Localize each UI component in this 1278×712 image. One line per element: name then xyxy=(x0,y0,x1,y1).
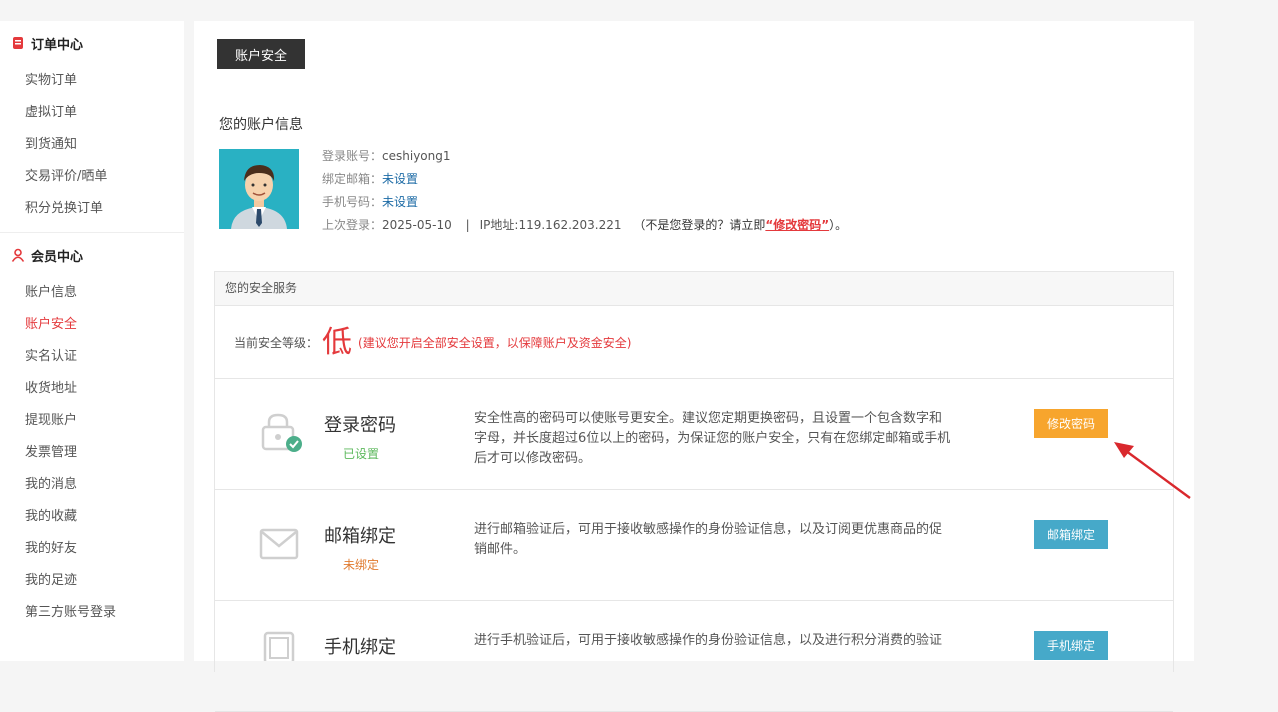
ip-address: IP地址:119.162.203.221 xyxy=(479,218,622,232)
main-content: 账户安全 您的账户信息 登录账号：ceshiyong1 绑定邮箱：未设置 手机号… xyxy=(194,21,1194,712)
lock-icon xyxy=(259,413,303,457)
member-center-header: 会员中心 xyxy=(0,233,184,277)
login-account-row: 登录账号：ceshiyong1 xyxy=(322,149,451,163)
service-row-password: 登录密码 已设置 安全性高的密码可以使账号更安全。建议您定期更换密码，且设置一个… xyxy=(215,379,1173,490)
user-icon xyxy=(11,248,25,262)
member-center-title: 会员中心 xyxy=(31,249,84,265)
last-login-row: 上次登录：2025-05-10 | IP地址:119.162.203.221 （不… xyxy=(322,218,848,232)
sidebar-item-order-1[interactable]: 虚拟订单 xyxy=(0,97,184,129)
sidebar-item-member-0[interactable]: 账户信息 xyxy=(0,277,184,309)
sidebar: 订单中心 实物订单 虚拟订单 到货通知 交易评价/晒单 积分兑换订单 会员中心 账户信息… xyxy=(0,21,184,661)
security-level-value: 低 xyxy=(322,325,353,360)
service-description: 安全性高的密码可以使账号更安全。建议您定期更换密码，且设置一个包含数字和字母，并… xyxy=(474,411,951,466)
sidebar-item-member-7[interactable]: 我的收藏 xyxy=(0,501,184,533)
email-value-link[interactable]: 未设置 xyxy=(382,172,418,186)
service-row-email: 邮箱绑定 未绑定 进行邮箱验证后，可用于接收敏感操作的身份验证信息，以及订阅更优… xyxy=(215,490,1173,601)
email-row: 绑定邮箱：未设置 xyxy=(322,172,419,186)
security-services: 您的安全服务 当前安全等级： 低 (建议您开启全部安全设置，以保障账户及资金安全… xyxy=(214,271,1174,712)
service-status: 已设置 xyxy=(343,447,380,461)
login-account-value: ceshiyong1 xyxy=(382,149,451,163)
sidebar-item-member-6[interactable]: 我的消息 xyxy=(0,469,184,501)
sidebar-item-member-9[interactable]: 我的足迹 xyxy=(0,565,184,597)
service-description: 进行邮箱验证后，可用于接收敏感操作的身份验证信息，以及订阅更优惠商品的促销邮件。 xyxy=(474,522,943,557)
service-name: 手机绑定 xyxy=(324,637,396,658)
separator: | xyxy=(465,218,470,232)
account-info-title: 您的账户信息 xyxy=(219,117,303,133)
sidebar-item-member-2[interactable]: 实名认证 xyxy=(0,341,184,373)
account-info: 登录账号：ceshiyong1 绑定邮箱：未设置 手机号码：未设置 上次登录：2… xyxy=(322,145,847,237)
security-level-row: 当前安全等级： 低 (建议您开启全部安全设置，以保障账户及资金安全) xyxy=(215,306,1173,379)
order-icon xyxy=(11,36,25,50)
phone-value-link[interactable]: 未设置 xyxy=(382,195,418,209)
bind-email-button[interactable]: 邮箱绑定 xyxy=(1034,520,1108,549)
security-level-tip: (建议您开启全部安全设置，以保障账户及资金安全) xyxy=(358,335,632,350)
last-login-date: 2025-05-10 xyxy=(382,218,452,232)
sidebar-item-member-4[interactable]: 提现账户 xyxy=(0,405,184,437)
mail-icon xyxy=(259,528,301,566)
sidebar-item-order-0[interactable]: 实物订单 xyxy=(0,65,184,97)
sidebar-item-member-1[interactable]: 账户安全 xyxy=(0,309,184,341)
notice-prefix: （不是您登录的？请立即 xyxy=(633,218,766,232)
annotation-arrow-icon xyxy=(1114,442,1191,499)
phone-row: 手机号码：未设置 xyxy=(322,195,419,209)
sidebar-item-order-3[interactable]: 交易评价/晒单 xyxy=(0,161,184,193)
service-name: 登录密码 xyxy=(324,415,396,436)
order-center-header: 订单中心 xyxy=(0,21,184,65)
service-name: 邮箱绑定 xyxy=(324,526,396,547)
sidebar-item-member-8[interactable]: 我的好友 xyxy=(0,533,184,565)
service-description: 进行手机验证后，可用于接收敏感操作的身份验证信息，以及进行积分消费的验证 xyxy=(474,633,943,648)
order-center-title: 订单中心 xyxy=(31,37,84,53)
sidebar-item-member-5[interactable]: 发票管理 xyxy=(0,437,184,469)
change-password-link[interactable]: “修改密码” xyxy=(765,218,829,232)
security-level-label: 当前安全等级： xyxy=(234,335,319,350)
phone-icon xyxy=(259,631,299,665)
change-password-button[interactable]: 修改密码 xyxy=(1034,409,1108,438)
service-row-phone: 手机绑定 进行手机验证后，可用于接收敏感操作的身份验证信息，以及进行积分消费的验… xyxy=(215,601,1173,712)
sidebar-item-member-3[interactable]: 收货地址 xyxy=(0,373,184,405)
tab-account-security[interactable]: 账户安全 xyxy=(217,39,305,69)
sidebar-item-member-10[interactable]: 第三方账号登录 xyxy=(0,597,184,629)
avatar xyxy=(219,149,299,229)
security-services-header: 您的安全服务 xyxy=(215,272,1173,306)
service-status: 未绑定 xyxy=(343,558,380,572)
sidebar-item-order-4[interactable]: 积分兑换订单 xyxy=(0,193,184,225)
bind-phone-button[interactable]: 手机绑定 xyxy=(1034,631,1108,660)
sidebar-item-order-2[interactable]: 到货通知 xyxy=(0,129,184,161)
notice-suffix: ）。 xyxy=(829,218,848,232)
